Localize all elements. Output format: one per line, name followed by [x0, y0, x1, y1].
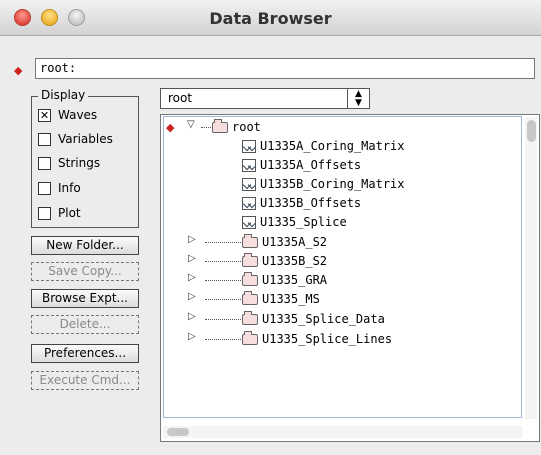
folder-icon — [242, 290, 258, 305]
collapsed-triangle-icon[interactable]: ▷ — [188, 311, 196, 322]
tree-item-wave[interactable]: U1335A_Offsets — [242, 156, 361, 174]
display-legend: Display — [38, 88, 89, 102]
collapsed-triangle-icon[interactable]: ▷ — [188, 331, 196, 342]
new-folder-button[interactable]: New Folder... — [31, 236, 139, 255]
tree-connector — [201, 127, 211, 128]
tree-item-label: U1335A_S2 — [262, 235, 328, 249]
collapsed-triangle-icon[interactable]: ▷ — [188, 291, 196, 302]
wave-icon — [242, 177, 256, 191]
current-path-field[interactable]: root: — [35, 58, 535, 79]
checkbox-info-label: Info — [58, 181, 81, 195]
tree-connector — [205, 261, 241, 262]
tree-item-label: U1335_Splice_Lines — [262, 332, 393, 346]
delete-button[interactable]: Delete... — [31, 315, 139, 334]
tree-connector — [205, 242, 241, 243]
wave-icon — [242, 215, 256, 229]
tree-connector — [205, 319, 241, 320]
tree-item-label: U1335_MS — [262, 292, 320, 306]
tree-item-folder[interactable]: U1335_Splice_Lines — [242, 330, 392, 348]
wave-icon — [242, 196, 256, 210]
wave-icon — [242, 158, 256, 172]
tree-item-label: root — [232, 120, 261, 134]
folder-icon — [242, 271, 258, 286]
tree-item-wave[interactable]: U1335B_Coring_Matrix — [242, 175, 405, 193]
tree-item-folder[interactable]: U1335A_S2 — [242, 233, 327, 251]
tree-item-label: U1335_GRA — [262, 273, 328, 287]
checkbox-strings-label: Strings — [58, 156, 101, 170]
folder-popup-value: root — [168, 91, 193, 105]
collapsed-triangle-icon[interactable]: ▷ — [188, 234, 196, 245]
tree-item-label: U1335_Splice — [260, 215, 347, 229]
tree-item-folder[interactable]: U1335_MS — [242, 290, 320, 308]
tree-item-folder[interactable]: U1335B_S2 — [242, 252, 327, 270]
collapsed-triangle-icon[interactable]: ▷ — [188, 272, 196, 283]
folder-icon — [242, 310, 258, 325]
tree-item-label: U1335A_Coring_Matrix — [260, 139, 405, 153]
wave-icon — [242, 139, 256, 153]
tree-item-folder[interactable]: U1335_Splice_Data — [242, 310, 385, 328]
checkbox-plot-label: Plot — [58, 206, 81, 220]
checkbox-waves-label: Waves — [58, 108, 98, 122]
checkbox-variables-box[interactable] — [38, 132, 51, 146]
folder-icon — [242, 252, 258, 267]
data-browser-window: Data Browser ◆ root: Display ✕ Waves Var… — [0, 0, 541, 455]
folder-icon — [242, 233, 258, 248]
preferences-button[interactable]: Preferences... — [31, 344, 139, 363]
expanded-triangle-icon[interactable]: ▽ — [187, 119, 195, 130]
horizontal-scroll-thumb[interactable] — [167, 428, 189, 436]
collapsed-triangle-icon[interactable]: ▷ — [188, 253, 196, 264]
current-path-arrow-icon: ◆ — [14, 64, 23, 77]
vertical-scroll-thumb[interactable] — [527, 120, 536, 142]
checkbox-variables[interactable]: Variables — [38, 130, 113, 148]
tree-item-label: U1335B_S2 — [262, 254, 328, 268]
tree-item-wave[interactable]: U1335_Splice — [242, 213, 347, 231]
vertical-scrollbar[interactable] — [525, 117, 537, 419]
title-bar[interactable]: Data Browser — [0, 0, 541, 36]
horizontal-scrollbar[interactable] — [163, 426, 522, 438]
tree-item-folder[interactable]: U1335_GRA — [242, 271, 327, 289]
tree-connector — [205, 280, 241, 281]
checkbox-variables-label: Variables — [58, 132, 113, 146]
tree-item-label: U1335B_Coring_Matrix — [260, 177, 405, 191]
checkbox-info-box[interactable] — [38, 181, 51, 195]
folder-popup-menu[interactable]: root ▲ ▼ — [160, 88, 370, 109]
tree-item-label: U1335A_Offsets — [260, 158, 362, 172]
window-title: Data Browser — [209, 9, 332, 28]
current-folder-arrow-icon: ◆ — [166, 121, 175, 134]
checkbox-plot[interactable]: Plot — [38, 204, 81, 222]
popup-arrows-icon: ▲ ▼ — [347, 89, 369, 108]
browse-expt-button[interactable]: Browse Expt... — [31, 289, 139, 308]
folder-icon — [212, 118, 228, 133]
checkbox-strings[interactable]: Strings — [38, 154, 100, 172]
checkbox-plot-box[interactable] — [38, 206, 51, 220]
checkbox-waves-box[interactable]: ✕ — [38, 108, 51, 122]
checkbox-info[interactable]: Info — [38, 179, 81, 197]
tree-item-wave[interactable]: U1335B_Offsets — [242, 194, 361, 212]
tree-item-label: U1335B_Offsets — [260, 196, 362, 210]
checkbox-strings-box[interactable] — [38, 156, 51, 170]
tree-item-wave[interactable]: U1335A_Coring_Matrix — [242, 137, 405, 155]
save-copy-button[interactable]: Save Copy... — [31, 262, 139, 281]
execute-cmd-button[interactable]: Execute Cmd... — [31, 371, 139, 390]
folder-icon — [242, 330, 258, 345]
checkbox-waves[interactable]: ✕ Waves — [38, 106, 97, 124]
tree-item-label: U1335_Splice_Data — [262, 312, 385, 326]
tree-connector — [205, 299, 241, 300]
tree-connector — [205, 339, 241, 340]
tree-item-root[interactable]: root — [212, 118, 261, 136]
